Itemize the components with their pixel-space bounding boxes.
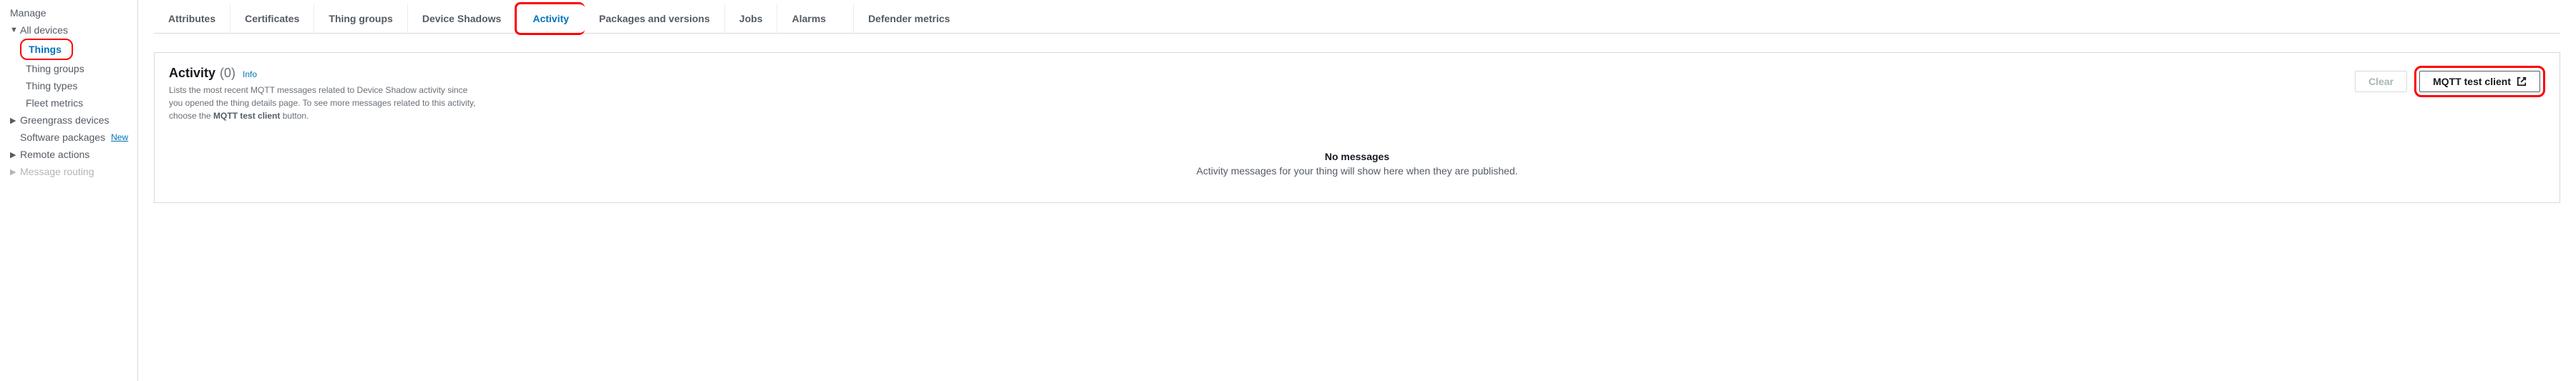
sidebar-item-greengrass[interactable]: ▶ Greengrass devices — [4, 112, 137, 129]
tab-thing-groups[interactable]: Thing groups — [314, 4, 407, 33]
empty-state-title: No messages — [169, 151, 2545, 162]
external-link-icon — [2517, 76, 2527, 86]
sidebar-item-software-packages[interactable]: Software packages New — [4, 129, 137, 146]
highlight-mqtt-button: MQTT test client — [2414, 66, 2545, 97]
tab-attributes[interactable]: Attributes — [154, 4, 230, 33]
sidebar-item-label: Software packages — [20, 132, 105, 143]
sidebar-item-message-routing[interactable]: ▶ Message routing — [4, 163, 137, 180]
sidebar-link-thing-types[interactable]: Thing types — [23, 77, 137, 94]
caret-right-icon: ▶ — [10, 167, 17, 177]
panel-count: (0) — [220, 66, 235, 81]
mqtt-test-client-button[interactable]: MQTT test client — [2419, 71, 2540, 92]
tab-activity[interactable]: Activity — [515, 2, 585, 35]
caret-down-icon: ▼ — [10, 26, 17, 34]
main-content: Attributes Certificates Thing groups Dev… — [138, 0, 2576, 381]
empty-state-description: Activity messages for your thing will sh… — [169, 165, 2545, 177]
tab-certificates[interactable]: Certificates — [230, 4, 314, 33]
tab-alarms[interactable]: Alarms — [777, 4, 840, 33]
panel-title: Activity — [169, 66, 215, 81]
caret-right-icon: ▶ — [10, 150, 17, 159]
sidebar-section-manage: Manage — [4, 4, 137, 21]
info-link[interactable]: Info — [243, 69, 257, 79]
sidebar: Manage ▼ All devices Things Thing groups… — [0, 0, 138, 381]
sidebar-item-label: Greengrass devices — [20, 114, 110, 126]
caret-right-icon: ▶ — [10, 116, 17, 125]
sidebar-link-fleet-metrics[interactable]: Fleet metrics — [23, 94, 137, 112]
panel-description: Lists the most recent MQTT messages rela… — [169, 84, 477, 122]
sidebar-link-thing-groups[interactable]: Thing groups — [23, 60, 137, 77]
clear-button[interactable]: Clear — [2355, 71, 2407, 92]
activity-panel: Activity (0) Info Lists the most recent … — [154, 52, 2560, 203]
tab-jobs[interactable]: Jobs — [725, 4, 778, 33]
sidebar-item-remote-actions[interactable]: ▶ Remote actions — [4, 146, 137, 163]
new-badge: New — [111, 132, 128, 142]
sidebar-item-all-devices[interactable]: ▼ All devices — [4, 21, 137, 39]
tab-device-shadows[interactable]: Device Shadows — [408, 4, 517, 33]
tabs: Attributes Certificates Thing groups Dev… — [154, 4, 2560, 34]
sidebar-link-things[interactable]: Things — [26, 41, 64, 58]
mqtt-button-label: MQTT test client — [2433, 76, 2511, 87]
sidebar-item-label: Remote actions — [20, 149, 89, 160]
sidebar-item-label: Message routing — [20, 166, 94, 177]
highlight-things: Things — [20, 39, 73, 60]
tab-packages-versions[interactable]: Packages and versions — [585, 4, 725, 33]
sidebar-item-label: All devices — [20, 24, 68, 36]
tab-defender-metrics[interactable]: Defender metrics — [853, 4, 964, 33]
